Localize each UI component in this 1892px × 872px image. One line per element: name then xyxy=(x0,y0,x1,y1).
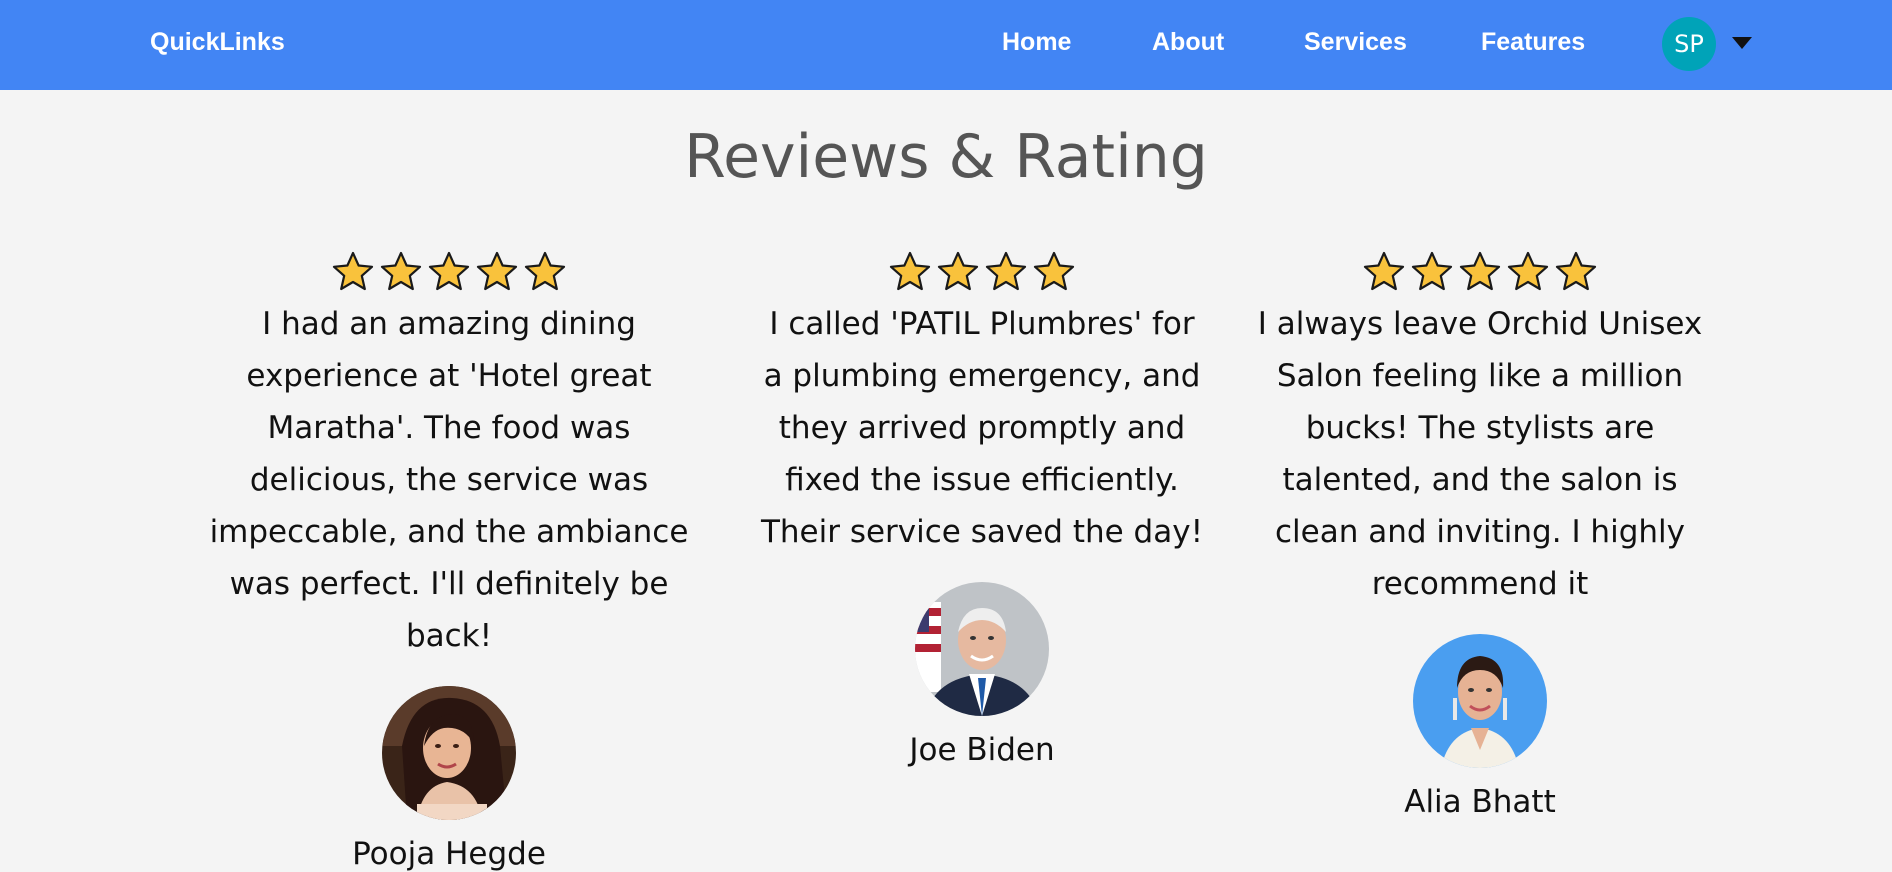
review-text: I always leave Orchid Unisex Salon feeli… xyxy=(1257,306,1703,602)
star-icon xyxy=(1507,251,1549,291)
star-rating xyxy=(760,250,1204,294)
star-icon xyxy=(1411,251,1453,291)
nav-link-about[interactable]: About xyxy=(1152,28,1224,57)
star-icon xyxy=(1459,251,1501,291)
reviewer-photo xyxy=(915,582,1049,716)
page-title: Reviews & Rating xyxy=(684,122,1208,192)
star-icon xyxy=(1033,251,1075,291)
nav-link-features[interactable]: Features xyxy=(1481,28,1585,57)
star-icon xyxy=(524,251,566,291)
brand-logo[interactable]: QuickLinks xyxy=(150,28,285,57)
reviewer-name: Joe Biden xyxy=(909,732,1055,768)
reviewer-photo-image xyxy=(915,582,1049,716)
review-card: I always leave Orchid Unisex Salon feeli… xyxy=(1256,250,1704,820)
star-icon xyxy=(1363,251,1405,291)
star-icon xyxy=(428,251,470,291)
navbar: QuickLinks Home About Services Features … xyxy=(0,0,1892,90)
review-text: I called 'PATIL Plumbres' for a plumbing… xyxy=(760,306,1204,550)
reviewer-photo-image xyxy=(382,686,516,820)
reviewer-name: Alia Bhatt xyxy=(1404,784,1556,820)
reviewer-photo xyxy=(382,686,516,820)
avatar[interactable]: SP xyxy=(1662,17,1716,71)
reviewer-photo-image xyxy=(1413,634,1547,768)
nav-link-services[interactable]: Services xyxy=(1304,28,1407,57)
review-text: I had an amazing dining experience at 'H… xyxy=(209,306,689,654)
reviewer-photo xyxy=(1413,634,1547,768)
chevron-down-icon[interactable] xyxy=(1732,37,1752,49)
star-icon xyxy=(1555,251,1597,291)
star-rating xyxy=(1256,250,1704,294)
review-card: I had an amazing dining experience at 'H… xyxy=(192,250,706,872)
star-icon xyxy=(937,251,979,291)
user-menu[interactable]: SP xyxy=(1662,17,1752,71)
star-rating xyxy=(192,250,706,294)
star-icon xyxy=(889,251,931,291)
star-icon xyxy=(476,251,518,291)
nav-link-home[interactable]: Home xyxy=(1002,28,1071,57)
star-icon xyxy=(332,251,374,291)
reviewer-name: Pooja Hegde xyxy=(352,836,546,872)
star-icon xyxy=(985,251,1027,291)
star-icon xyxy=(380,251,422,291)
review-card: I called 'PATIL Plumbres' for a plumbing… xyxy=(760,250,1204,768)
